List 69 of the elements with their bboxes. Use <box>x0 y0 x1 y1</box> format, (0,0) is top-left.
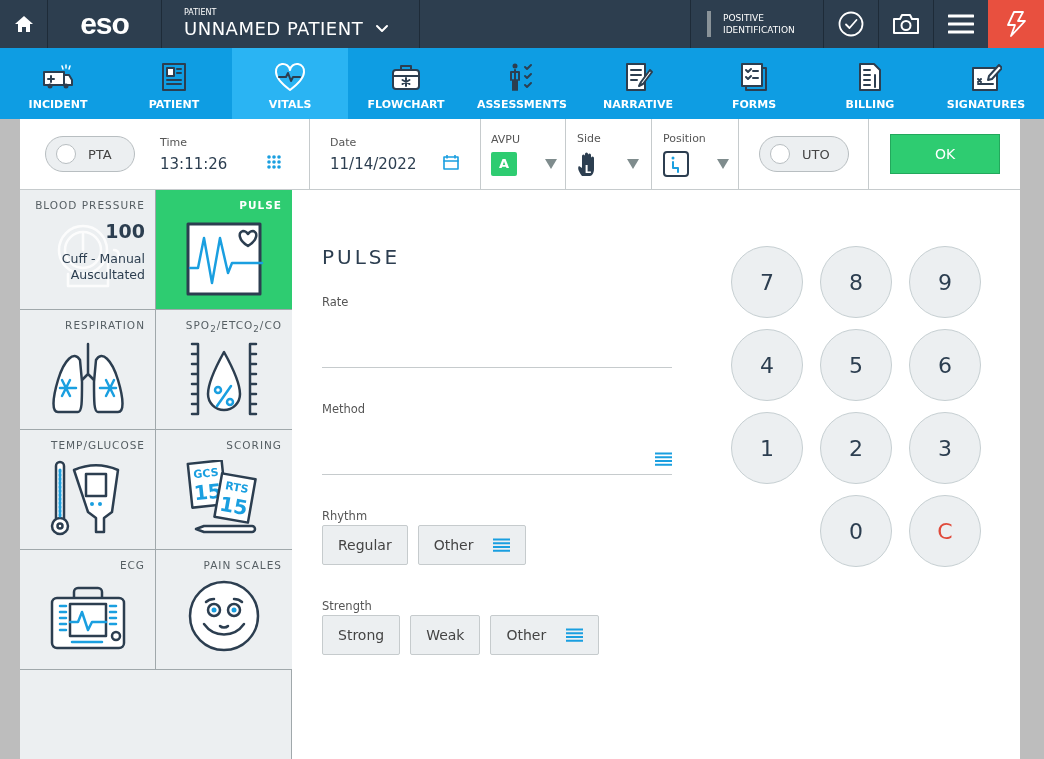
lightning-icon <box>1005 11 1027 37</box>
time-value[interactable]: 13:11:26 <box>160 154 228 173</box>
option-button[interactable]: Weak <box>410 615 481 655</box>
signature-icon <box>970 62 1002 92</box>
option-button[interactable]: Regular <box>322 525 408 565</box>
dropdown-caret-icon <box>717 158 729 169</box>
tile-title: PAIN SCALES <box>203 559 282 571</box>
tile-title: BLOOD PRESSURE <box>35 199 145 211</box>
date-label: Date <box>330 135 358 149</box>
avpu-label: AVPU <box>491 132 522 146</box>
field-label: Method <box>322 402 367 416</box>
list-icon <box>566 628 584 642</box>
digit-key[interactable]: 8 <box>820 246 892 318</box>
heart-pulse-icon <box>274 62 306 92</box>
checklist-icon <box>738 62 770 92</box>
option-button[interactable]: Other <box>417 525 527 565</box>
tile-title: ECG <box>119 559 145 571</box>
dropdown-caret-icon <box>627 158 639 169</box>
digit-key[interactable]: 0 <box>820 495 892 567</box>
pta-toggle[interactable]: PTA <box>45 136 135 172</box>
list-icon <box>493 538 511 552</box>
reading-value: 100 <box>105 220 145 242</box>
alert-button[interactable] <box>988 0 1044 48</box>
vital-tile[interactable]: RESPIRATION <box>20 310 156 430</box>
keypad-icon <box>267 155 282 169</box>
option-button[interactable]: Strong <box>322 615 401 655</box>
patient-label: PATIENT <box>184 8 218 17</box>
group-label: Strength <box>322 599 373 613</box>
digit-key[interactable]: 3 <box>909 412 981 484</box>
position-icon <box>663 150 689 177</box>
tile-title: TEMP/GLUCOSE <box>50 439 145 451</box>
field-label: Rate <box>322 295 350 309</box>
digit-key[interactable]: 7 <box>731 246 803 318</box>
digit-key[interactable]: 9 <box>909 246 981 318</box>
reading-method: Cuff - Manual Auscultated <box>60 251 145 283</box>
calendar-icon <box>443 154 460 170</box>
digit-key[interactable]: 1 <box>731 412 803 484</box>
tile-title: RESPIRATION <box>65 319 145 331</box>
group-label: Rhythm <box>322 509 369 523</box>
tile-title: SCORING <box>226 439 282 451</box>
digit-key[interactable]: 2 <box>820 412 892 484</box>
tile-title: SPO$_{2}$/ETCO$_{2}$/CO <box>185 319 282 335</box>
time-label: Time <box>160 135 188 149</box>
position-label: Position <box>663 131 707 145</box>
chevron-down-icon <box>375 24 390 33</box>
digit-key[interactable]: 6 <box>909 329 981 401</box>
camera-icon <box>892 13 920 35</box>
vital-tile[interactable]: BLOOD PRESSURE 100 Cuff - Manual Auscultated <box>20 190 156 310</box>
digit-key[interactable]: 5 <box>820 329 892 401</box>
vital-tile[interactable]: ECG <box>20 550 156 670</box>
vital-tile[interactable]: PAIN SCALES <box>156 550 292 670</box>
medical-bag-icon <box>390 62 422 92</box>
vital-tile[interactable]: TEMP/GLUCOSE <box>20 430 156 550</box>
dropdown-caret-icon <box>545 158 557 169</box>
option-button[interactable]: Other <box>490 615 600 655</box>
list-icon <box>655 452 672 466</box>
home-icon <box>13 15 34 33</box>
identification-label: POSITIVE IDENTIFICATION <box>723 12 796 36</box>
date-value[interactable]: 11/14/2022 <box>330 154 417 173</box>
section-title: PULSE <box>322 245 402 269</box>
menu-icon <box>948 14 974 34</box>
status-bar-indicator <box>707 11 711 37</box>
uto-toggle[interactable]: UTO <box>759 136 849 172</box>
patient-name: UNNAMED PATIENT <box>184 18 364 39</box>
digit-key[interactable]: 4 <box>731 329 803 401</box>
vital-tile[interactable]: SPO$_{2}$/ETCO$_{2}$/CO <box>156 310 292 430</box>
side-label: Side <box>577 131 602 145</box>
check-circle-icon <box>838 11 864 37</box>
tile-title: PULSE <box>239 199 282 211</box>
